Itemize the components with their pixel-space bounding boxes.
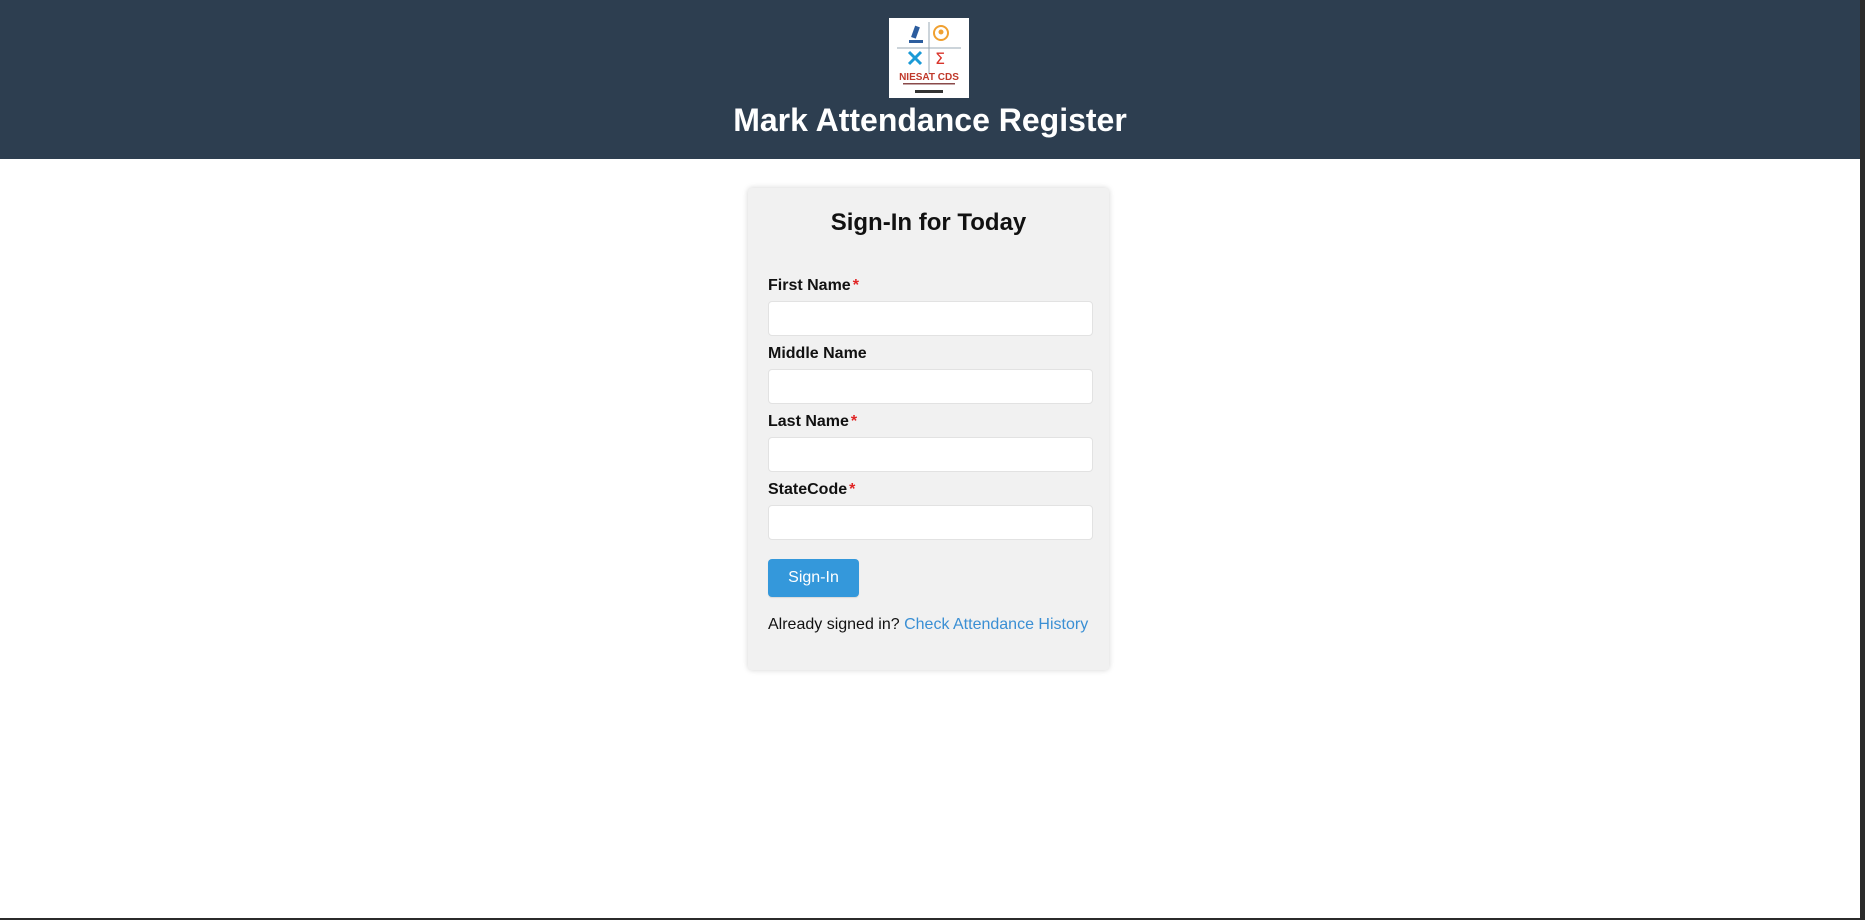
first-name-field: First Name * — [768, 276, 1093, 336]
window-edge — [1860, 0, 1865, 920]
state-code-field: StateCode * — [768, 480, 1093, 540]
logo-text: NIESAT CDS — [899, 72, 959, 83]
head-icon — [933, 25, 949, 41]
sigma-icon: Σ — [935, 49, 945, 68]
first-name-label: First Name * — [768, 276, 1093, 296]
microscope-icon — [909, 25, 923, 43]
first-name-label-text: First Name — [768, 277, 851, 294]
required-marker: * — [849, 481, 856, 498]
logo-graphic: Σ NIESAT CDS — [897, 22, 961, 93]
niesat-logo: Σ NIESAT CDS — [889, 18, 969, 98]
middle-name-label: Middle Name — [768, 344, 1093, 364]
sign-in-button[interactable]: Sign-In — [768, 559, 859, 597]
first-name-input[interactable] — [768, 301, 1093, 336]
middle-name-label-text: Middle Name — [768, 345, 867, 362]
state-code-label: StateCode * — [768, 480, 1093, 500]
last-name-label: Last Name * — [768, 412, 1093, 432]
sign-in-card: Sign-In for Today First Name * Middle Nam… — [748, 188, 1109, 670]
page: Σ NIESAT CDS Mark Attendance Register Si… — [0, 0, 1860, 918]
page-title: Mark Attendance Register — [733, 102, 1127, 138]
last-name-field: Last Name * — [768, 412, 1093, 472]
state-code-label-text: StateCode — [768, 481, 848, 498]
last-name-label-text: Last Name — [768, 413, 849, 430]
site-header: Σ NIESAT CDS Mark Attendance Register — [0, 0, 1860, 159]
middle-name-field: Middle Name — [768, 344, 1093, 404]
already-signed-in-line: Already signed in? Check Attendance Hist… — [768, 615, 1088, 635]
last-name-input[interactable] — [768, 437, 1093, 472]
state-code-input[interactable] — [768, 505, 1093, 540]
already-signed-in-text: Already signed in? — [768, 616, 900, 633]
check-attendance-history-link[interactable]: Check Attendance History — [904, 616, 1088, 633]
required-marker: * — [850, 413, 858, 430]
required-marker: * — [852, 277, 859, 294]
middle-name-input[interactable] — [768, 369, 1093, 404]
card-title: Sign-In for Today — [830, 209, 1027, 236]
tools-icon — [907, 50, 923, 66]
